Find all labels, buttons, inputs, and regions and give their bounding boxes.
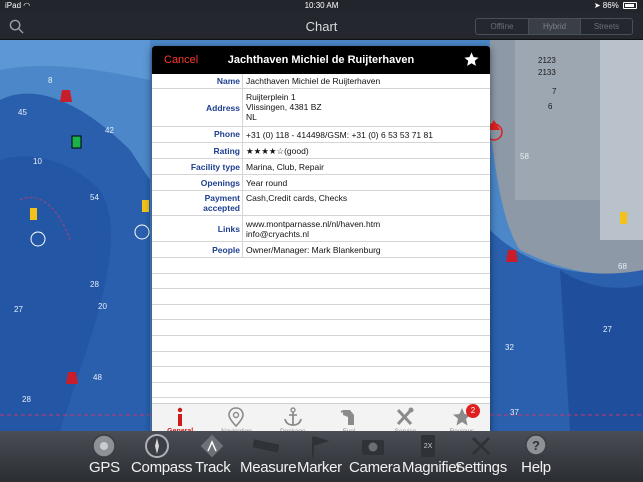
depth-label: 37 bbox=[510, 408, 519, 417]
depth-label: 27 bbox=[603, 325, 612, 334]
fuel-nozzle-icon bbox=[340, 410, 355, 425]
depth-label: 28 bbox=[90, 280, 99, 289]
row-value: Owner/Manager: Mark Blankenburg bbox=[246, 245, 381, 255]
row-label: Payment accepted bbox=[203, 193, 240, 213]
measure-button[interactable]: Measure bbox=[240, 431, 297, 476]
camera-icon bbox=[362, 440, 384, 455]
reviews-count-badge: 2 bbox=[465, 404, 480, 418]
info-icon bbox=[177, 407, 183, 426]
depth-label: 27 bbox=[14, 305, 23, 314]
map-mode-hybrid[interactable]: Hybrid bbox=[528, 19, 580, 34]
row-label: Rating bbox=[213, 146, 240, 156]
compass-button[interactable]: Compass bbox=[131, 431, 193, 476]
row-value: Jachthaven Michiel de Ruijterhaven bbox=[246, 76, 381, 86]
row-label: Address bbox=[205, 103, 240, 113]
depth-label: 32 bbox=[505, 343, 514, 352]
camera-button[interactable]: Camera bbox=[349, 431, 401, 476]
svg-text:?: ? bbox=[532, 438, 540, 453]
compass-icon bbox=[145, 434, 169, 458]
phone-link[interactable]: +31 (0) 118 - 414498/GSM: +31 (0) 6 53 5… bbox=[246, 130, 486, 140]
favorite-star-icon[interactable] bbox=[463, 51, 480, 68]
depth-label: 42 bbox=[105, 126, 114, 135]
website-link[interactable]: www.montparnasse.nl/nl/haven.htm bbox=[246, 219, 380, 229]
ruler-icon bbox=[253, 439, 279, 453]
settings-icon bbox=[471, 436, 491, 456]
popup-header: Cancel Jachthaven Michiel de Ruijterhave… bbox=[152, 46, 490, 74]
settings-button[interactable]: Settings bbox=[455, 431, 507, 476]
location-arrow-icon: ➤ bbox=[593, 1, 601, 10]
detail-row-phone: Phone +31 (0) 118 - 414498/GSM: +31 (0) … bbox=[152, 127, 490, 143]
help-button[interactable]: ? Help bbox=[519, 431, 553, 476]
detail-row-payment: Payment accepted Cash,Credit cards, Chec… bbox=[152, 191, 490, 216]
row-value: Cash,Credit cards, Checks bbox=[246, 193, 348, 203]
row-value: www.montparnasse.nl/nl/haven.htm info@cr… bbox=[246, 219, 486, 239]
row-value: Year round bbox=[246, 178, 288, 188]
marker-icon bbox=[312, 436, 330, 457]
marker-button[interactable]: Marker bbox=[297, 431, 342, 476]
row-label: Openings bbox=[200, 178, 240, 188]
depth-label: 10 bbox=[33, 157, 42, 166]
details-table: Name Jachthaven Michiel de Ruijterhaven … bbox=[152, 74, 490, 399]
email-link[interactable]: info@cryachts.nl bbox=[246, 229, 309, 239]
location-pin-icon bbox=[228, 407, 245, 427]
bottom-toolbar: GPS Compass Track Measure Marker Camera bbox=[0, 431, 643, 482]
row-label: People bbox=[212, 245, 240, 255]
depth-label: 48 bbox=[93, 373, 102, 382]
battery-icon bbox=[623, 2, 637, 9]
row-label: Links bbox=[217, 224, 240, 234]
detail-row-openings: Openings Year round bbox=[152, 175, 490, 191]
depth-label: 28 bbox=[22, 395, 31, 404]
depth-label: 2133 bbox=[538, 68, 556, 77]
detail-row-people: People Owner/Manager: Mark Blankenburg bbox=[152, 242, 490, 258]
help-icon: ? bbox=[525, 434, 547, 456]
gps-button[interactable]: GPS bbox=[89, 431, 120, 476]
rating-stars: ★★★★☆(good) bbox=[246, 146, 309, 156]
map-mode-offline[interactable]: Offline bbox=[476, 19, 528, 34]
depth-label: 8 bbox=[48, 76, 53, 85]
depth-label: 7 bbox=[552, 87, 557, 96]
detail-row-rating: Rating ★★★★☆(good) bbox=[152, 143, 490, 159]
detail-row-name: Name Jachthaven Michiel de Ruijterhaven bbox=[152, 74, 490, 89]
depth-label: 68 bbox=[618, 262, 627, 271]
empty-rows bbox=[152, 258, 490, 399]
map-mode-streets[interactable]: Streets bbox=[580, 19, 632, 34]
gps-icon bbox=[92, 434, 116, 458]
map-mode-segmented-control[interactable]: Offline Hybrid Streets bbox=[475, 18, 633, 35]
row-label: Name bbox=[216, 76, 240, 86]
tools-icon bbox=[397, 407, 414, 426]
row-value: Ruijterplein 1 Vlissingen, 4381 BZ NL bbox=[246, 92, 322, 122]
detail-row-address: Address Ruijterplein 1 Vlissingen, 4381 … bbox=[152, 89, 490, 127]
popup-title: Jachthaven Michiel de Ruijterhaven bbox=[227, 54, 415, 66]
svg-text:2X: 2X bbox=[424, 443, 433, 450]
depth-label: 6 bbox=[548, 102, 553, 111]
row-label: Facility type bbox=[190, 162, 240, 172]
magnifier-button[interactable]: 2X Magnifier bbox=[402, 431, 461, 476]
detail-row-links: Links www.montparnasse.nl/nl/haven.htm i… bbox=[152, 216, 490, 242]
depth-label: 58 bbox=[520, 152, 529, 161]
marina-details-popup: Cancel Jachthaven Michiel de Ruijterhave… bbox=[152, 46, 490, 438]
row-label: Phone bbox=[214, 129, 240, 139]
clock: 10:30 AM bbox=[304, 1, 339, 10]
track-icon bbox=[200, 434, 224, 458]
status-bar: iPad ◠ 10:30 AM ➤ 86% bbox=[0, 0, 643, 13]
navigation-bar: Chart Offline Hybrid Streets bbox=[0, 13, 643, 40]
anchor-icon bbox=[283, 407, 302, 426]
magnifier-icon: 2X bbox=[421, 435, 435, 457]
depth-label: 20 bbox=[98, 302, 107, 311]
depth-label: 54 bbox=[90, 193, 99, 202]
depth-label: 2123 bbox=[538, 56, 556, 65]
detail-row-facility-type: Facility type Marina, Club, Repair bbox=[152, 159, 490, 175]
depth-label: 45 bbox=[18, 108, 27, 117]
row-value: Marina, Club, Repair bbox=[246, 162, 324, 172]
track-button[interactable]: Track bbox=[195, 431, 231, 476]
battery-status: ➤ 86% bbox=[594, 1, 637, 10]
